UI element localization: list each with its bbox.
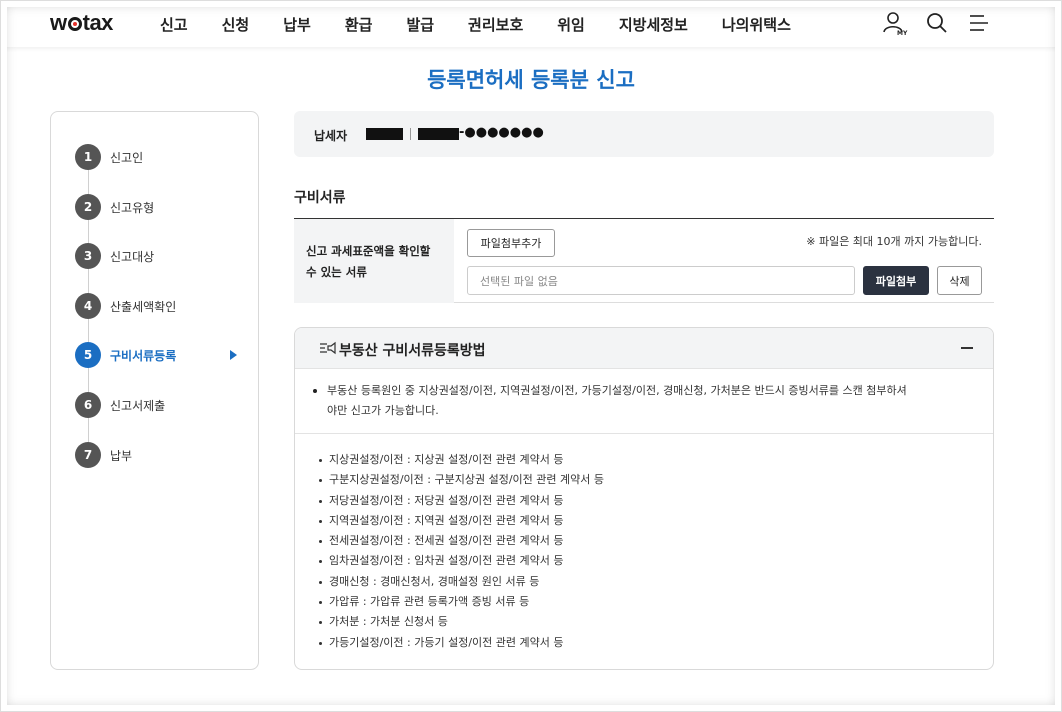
divider — [410, 128, 411, 140]
step-2[interactable]: 2 신고유형 — [75, 194, 245, 220]
step-label: 신고서제출 — [110, 398, 166, 413]
step-1[interactable]: 1 신고인 — [75, 144, 245, 170]
step-number: 7 — [75, 442, 101, 468]
step-number: 4 — [75, 293, 101, 319]
list-item: 임차권설정/이전 : 임차권 설정/이전 관련 계약서 등 — [319, 551, 604, 571]
guide-header[interactable]: 부동산 구비서류등록방법 — [295, 328, 993, 369]
step-label: 신고대상 — [110, 249, 155, 264]
logo-dot-icon — [67, 17, 82, 31]
step-6[interactable]: 6 신고서제출 — [75, 392, 245, 418]
list-item: 저당권설정/이전 : 저당권 설정/이전 관련 계약서 등 — [319, 491, 604, 511]
step-5-current[interactable]: 5 구비서류등록 — [75, 342, 245, 368]
list-item: 지상권설정/이전 : 지상권 설정/이전 관련 계약서 등 — [319, 450, 604, 470]
list-item: 가처분 : 가처분 신청서 등 — [319, 612, 604, 632]
step-3[interactable]: 3 신고대상 — [75, 243, 245, 269]
step-label: 신고인 — [110, 150, 144, 165]
main-nav: 신고 신청 납부 환급 발급 권리보호 위임 지방세정보 나의위택스 — [160, 14, 791, 35]
registration-guide-panel: 부동산 구비서류등록방법 부동산 등록원인 중 지상권설정/이전, 지역권설정/… — [294, 327, 994, 670]
step-label: 산출세액확인 — [110, 299, 177, 314]
step-label: 구비서류등록 — [110, 348, 177, 363]
list-item: 가등기설정/이전 : 가등기 설정/이전 관련 계약서 등 — [319, 633, 604, 653]
list-item: 가압류 : 가압류 관련 등록가액 증빙 서류 등 — [319, 592, 604, 612]
nav-item-pay[interactable]: 납부 — [283, 14, 311, 35]
masked-name — [366, 128, 403, 140]
step-number: 5 — [75, 342, 101, 368]
selected-file-field[interactable]: 선택된 파일 없음 — [467, 266, 855, 295]
list-item: 구분지상권설정/이전 : 구분지상권 설정/이전 관련 계약서 등 — [319, 470, 604, 490]
attach-file-button[interactable]: 파일첨부 — [863, 266, 929, 295]
divider — [295, 433, 993, 434]
nav-item-local-tax-info[interactable]: 지방세정보 — [619, 14, 688, 35]
current-step-arrow-icon — [230, 350, 237, 360]
search-icon[interactable] — [924, 10, 950, 36]
nav-item-refund[interactable]: 환급 — [345, 14, 373, 35]
add-file-attachment-button[interactable]: 파일첨부추가 — [467, 229, 555, 257]
taxpayer-label: 납세자 — [314, 129, 348, 143]
header-icons: MY — [882, 10, 992, 37]
section-title: 구비서류 — [294, 190, 346, 206]
nav-item-report[interactable]: 신고 — [160, 14, 188, 35]
step-label: 신고유형 — [110, 200, 155, 215]
documents-row-header: 신고 과세표준액을 확인할 수 있는 서류 — [294, 219, 454, 303]
my-page-icon[interactable]: MY — [882, 10, 908, 37]
step-7[interactable]: 7 납부 — [75, 442, 245, 468]
top-header: w tax 신고 신청 납부 환급 발급 권리보호 위임 지방세정보 나의위택스 … — [0, 0, 1062, 47]
list-item: 지역권설정/이전 : 지역권 설정/이전 관련 계약서 등 — [319, 511, 604, 531]
step-sidebar: 1 신고인 2 신고유형 3 신고대상 4 산출세액확인 5 구비서류등록 6 … — [50, 111, 259, 670]
nav-item-delegate[interactable]: 위임 — [557, 14, 585, 35]
guide-intro-text: 부동산 등록원인 중 지상권설정/이전, 지역권설정/이전, 가등기설정/이전,… — [313, 381, 913, 421]
list-item: 경매신청 : 경매신청서, 경매설정 원인 서류 등 — [319, 572, 604, 592]
nav-item-apply[interactable]: 신청 — [222, 14, 250, 35]
guide-item-list: 지상권설정/이전 : 지상권 설정/이전 관련 계약서 등 구분지상권설정/이전… — [319, 450, 604, 653]
step-number: 1 — [75, 144, 101, 170]
masked-id-prefix — [418, 128, 459, 140]
step-label: 납부 — [110, 448, 133, 463]
nav-item-my-wetax[interactable]: 나의위택스 — [722, 14, 791, 35]
svg-text:MY: MY — [897, 30, 908, 36]
step-number: 2 — [75, 194, 101, 220]
step-4[interactable]: 4 산출세액확인 — [75, 293, 245, 319]
file-field-placeholder: 선택된 파일 없음 — [480, 274, 558, 288]
page-title: 등록면허세 등록분 신고 — [427, 68, 635, 92]
guide-title: 부동산 구비서류등록방법 — [339, 343, 486, 359]
masked-id-suffix: -●●●●●●● — [459, 125, 544, 140]
step-number: 6 — [75, 392, 101, 418]
collapse-icon[interactable] — [961, 347, 973, 349]
step-number: 3 — [75, 243, 101, 269]
delete-file-button[interactable]: 삭제 — [937, 266, 982, 295]
nav-item-issue[interactable]: 발급 — [406, 14, 434, 35]
list-item: 전세권설정/이전 : 전세권 설정/이전 관련 계약서 등 — [319, 531, 604, 551]
documents-table: 신고 과세표준액을 확인할 수 있는 서류 파일첨부추가 ※ 파일은 최대 10… — [294, 218, 994, 303]
file-limit-note: ※ 파일은 최대 10개 까지 가능합니다. — [806, 235, 982, 248]
nav-item-rights[interactable]: 권리보호 — [468, 14, 523, 35]
menu-icon[interactable] — [966, 10, 992, 36]
guide-list-icon — [320, 341, 336, 355]
taxpayer-box: 납세자 -●●●●●●● — [294, 111, 994, 157]
wetax-logo[interactable]: w tax — [50, 10, 113, 36]
